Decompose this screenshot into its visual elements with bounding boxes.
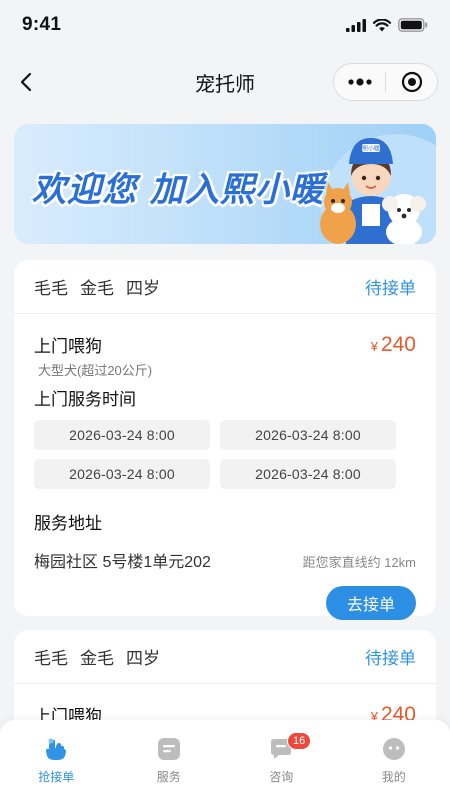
price-amount: 240	[380, 332, 416, 356]
service-icon	[156, 736, 182, 762]
address-title: 服务地址	[34, 514, 102, 533]
distance-text: 距您家直线约 12km	[302, 555, 416, 570]
pet-breed: 金毛	[80, 649, 114, 668]
back-button[interactable]	[14, 68, 38, 96]
more-dots-icon	[347, 78, 372, 86]
tab-grab-orders[interactable]: 抢接单	[0, 720, 113, 800]
page-title: 宠托师	[195, 73, 255, 96]
battery-icon	[398, 18, 428, 32]
service-time-list: 2026-03-24 8:00 2026-03-24 8:00 2026-03-…	[34, 420, 416, 489]
profile-icon	[381, 736, 407, 762]
pet-info: 毛毛 金毛 四岁	[34, 274, 160, 299]
pet-name: 毛毛	[34, 279, 68, 298]
service-name: 上门喂狗	[34, 337, 102, 356]
order-card[interactable]: 毛毛 金毛 四岁 待接单 上门喂狗 ¥240	[14, 630, 436, 720]
wifi-icon	[373, 18, 391, 31]
order-list-scroll[interactable]: 欢迎您 加入熙小暖 熙小暖 毛毛 金毛 四岁 待接单 上门喂狗 ¥ 240 大型…	[0, 124, 450, 720]
pet-breed: 金毛	[80, 279, 114, 298]
price-amount: 240	[380, 702, 416, 721]
mini-program-capsule	[333, 63, 438, 101]
service-address: 梅园社区 5号楼1单元202	[34, 554, 211, 571]
order-status: 待接单	[365, 649, 416, 668]
service-name: 上门喂狗	[34, 707, 102, 720]
target-close-icon	[401, 71, 422, 93]
tab-service[interactable]: 服务	[113, 720, 226, 800]
order-status: 待接单	[365, 279, 416, 298]
hand-tap-icon	[43, 736, 69, 762]
pet-age: 四岁	[126, 649, 160, 668]
accept-order-button[interactable]: 去接单	[326, 586, 416, 620]
chevron-left-icon	[20, 72, 32, 92]
time-chip: 2026-03-24 8:00	[34, 459, 210, 489]
tab-label: 咨询	[269, 770, 294, 784]
order-card-header: 毛毛 金毛 四岁 待接单	[14, 630, 436, 684]
signal-icon	[346, 18, 366, 32]
pet-age: 四岁	[126, 279, 160, 298]
status-icons	[346, 18, 428, 32]
status-bar: 9:41	[0, 0, 450, 50]
join-banner[interactable]: 欢迎您 加入熙小暖 熙小暖	[14, 124, 436, 244]
pet-name: 毛毛	[34, 649, 68, 668]
price-currency: ¥	[370, 708, 378, 721]
pet-info: 毛毛 金毛 四岁	[34, 644, 160, 669]
tab-label: 服务	[156, 770, 181, 784]
service-price: ¥240	[371, 333, 416, 357]
time-chip: 2026-03-24 8:00	[220, 420, 396, 450]
service-price: ¥240	[371, 703, 416, 721]
tab-label: 我的	[381, 770, 406, 784]
mascot-illustration: 熙小暖	[320, 134, 436, 244]
unread-badge: 16	[287, 732, 312, 750]
price-currency: ¥	[370, 338, 378, 354]
tab-profile[interactable]: 我的	[338, 720, 450, 800]
tab-label: 抢接单	[38, 770, 75, 784]
tab-consult[interactable]: 16 咨询	[225, 720, 338, 800]
order-card-header: 毛毛 金毛 四岁 待接单	[14, 260, 436, 314]
close-miniprogram-button[interactable]	[386, 64, 437, 100]
bottom-tab-bar: 抢接单 服务 16 咨询 我的	[0, 720, 450, 800]
time-chip: 2026-03-24 8:00	[34, 420, 210, 450]
nav-bar: 宠托师	[0, 54, 450, 110]
status-time: 9:41	[22, 14, 62, 35]
cap-logo-text: 熙小暖	[362, 145, 380, 153]
order-card[interactable]: 毛毛 金毛 四岁 待接单 上门喂狗 ¥240 大型犬(超过20公斤) 上门服务时…	[14, 260, 436, 620]
service-time-title: 上门服务时间	[34, 390, 136, 409]
time-chip: 2026-03-24 8:00	[220, 459, 396, 489]
pet-size: 大型犬(超过20公斤)	[38, 363, 153, 378]
more-button[interactable]	[334, 64, 385, 100]
